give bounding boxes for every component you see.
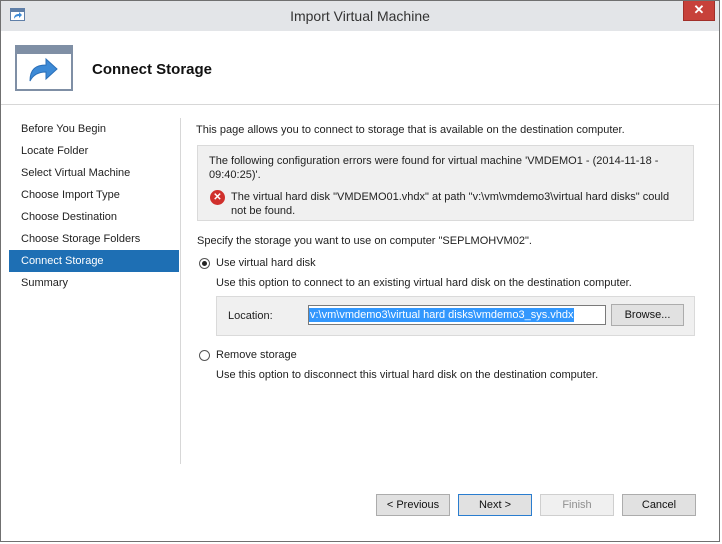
nav-item-choose-destination[interactable]: Choose Destination [9, 206, 179, 228]
location-label: Location: [228, 310, 273, 322]
remove-storage-desc: Use this option to disconnect this virtu… [216, 369, 599, 381]
error-message: The virtual hard disk "VMDEMO01.vhdx" at… [231, 191, 670, 217]
previous-button[interactable]: < Previous [376, 494, 450, 516]
remove-storage-radio[interactable] [199, 350, 210, 361]
use-virtual-hard-disk-label[interactable]: Use virtual hard disk [216, 257, 316, 269]
use-virtual-hard-disk-desc: Use this option to connect to an existin… [216, 277, 632, 289]
error-panel: The following configuration errors were … [197, 145, 694, 221]
nav-item-summary[interactable]: Summary [9, 272, 179, 294]
error-header: The following configuration errors were … [209, 155, 659, 181]
next-button[interactable]: Next > [458, 494, 532, 516]
nav-item-locate-folder[interactable]: Locate Folder [9, 140, 179, 162]
finish-button[interactable]: Finish [540, 494, 614, 516]
nav-item-choose-import-type[interactable]: Choose Import Type [9, 184, 179, 206]
browse-button[interactable]: Browse... [611, 304, 684, 326]
nav-item-connect-storage[interactable]: Connect Storage [9, 250, 179, 272]
nav-item-select-virtual-machine[interactable]: Select Virtual Machine [9, 162, 179, 184]
cancel-button[interactable]: Cancel [622, 494, 696, 516]
import-vm-window: Import Virtual Machine ✕ Connect Storage… [0, 0, 720, 542]
title-bar: Import Virtual Machine ✕ [1, 1, 719, 32]
page-header: Connect Storage [1, 31, 719, 105]
error-icon: ✕ [210, 190, 225, 205]
nav-item-before-you-begin[interactable]: Before You Begin [9, 118, 179, 140]
page-title: Connect Storage [92, 61, 213, 78]
intro-text: This page allows you to connect to stora… [196, 124, 625, 136]
location-value: v:\vm\vmdemo3\virtual hard disks\vmdemo3… [309, 308, 575, 322]
specify-storage-text: Specify the storage you want to use on c… [197, 235, 532, 247]
remove-storage-label[interactable]: Remove storage [216, 349, 297, 361]
location-input[interactable]: v:\vm\vmdemo3\virtual hard disks\vmdemo3… [308, 305, 606, 325]
nav-item-choose-storage-folders[interactable]: Choose Storage Folders [9, 228, 179, 250]
wizard-nav: Before You Begin Locate Folder Select Vi… [9, 118, 179, 294]
import-arrow-icon [15, 45, 73, 91]
location-panel: Location: v:\vm\vmdemo3\virtual hard dis… [216, 296, 695, 336]
nav-divider [180, 118, 181, 464]
window-title: Import Virtual Machine [290, 8, 430, 24]
use-virtual-hard-disk-radio[interactable] [199, 258, 210, 269]
close-button[interactable]: ✕ [683, 1, 715, 21]
